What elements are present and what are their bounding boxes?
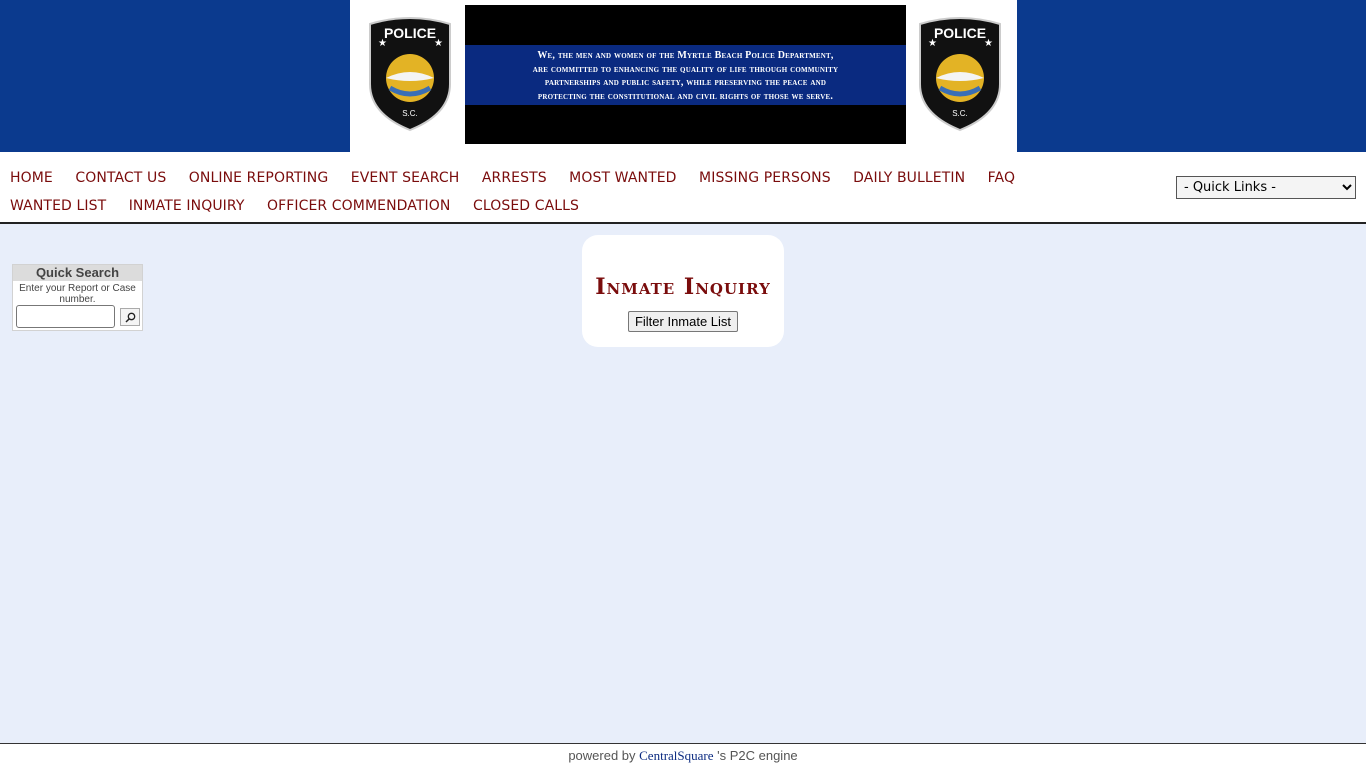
mission-line: We, the men and women of the Myrtle Beac… — [537, 50, 834, 61]
nav-officer-commendation[interactable]: OFFICER COMMENDATION — [267, 192, 451, 220]
nav-wanted-list[interactable]: WANTED LIST — [10, 192, 106, 220]
nav-online-reporting[interactable]: ONLINE REPORTING — [189, 164, 329, 192]
quick-search-title: Quick Search — [13, 265, 142, 281]
mission-line: are committed to enhancing the quality o… — [532, 63, 839, 75]
main-nav: HOME CONTACT US ONLINE REPORTING EVENT S… — [0, 152, 1366, 224]
police-badge-icon: POLICE S.C. ★ ★ — [366, 14, 454, 132]
centralsquare-link[interactable]: CentralSquare — [639, 748, 713, 763]
nav-contact-us[interactable]: CONTACT US — [75, 164, 166, 192]
magnifier-icon — [124, 312, 135, 323]
nav-most-wanted[interactable]: MOST WANTED — [569, 164, 676, 192]
badge-top-text: POLICE — [384, 25, 436, 41]
mission-text: We, the men and women of the Myrtle Beac… — [465, 49, 906, 103]
nav-daily-bulletin[interactable]: DAILY BULLETIN — [853, 164, 965, 192]
quick-search-button[interactable] — [120, 308, 140, 326]
nav-links: HOME CONTACT US ONLINE REPORTING EVENT S… — [10, 164, 1150, 220]
mission-statement-banner: We, the men and women of the Myrtle Beac… — [465, 5, 906, 144]
nav-arrests[interactable]: ARRESTS — [482, 164, 547, 192]
svg-text:★: ★ — [928, 38, 937, 49]
quick-search-panel: Quick Search Enter your Report or Case n… — [12, 264, 143, 331]
svg-text:★: ★ — [378, 38, 387, 49]
svg-text:★: ★ — [434, 38, 443, 49]
footer: powered by CentralSquare 's P2C engine — [0, 743, 1366, 768]
nav-missing-persons[interactable]: MISSING PERSONS — [699, 164, 831, 192]
mission-line: protecting the constitutional and civil … — [537, 90, 834, 102]
badge-state-text: S.C. — [952, 109, 968, 118]
nav-home[interactable]: HOME — [10, 164, 53, 192]
inmate-inquiry-card: Inmate Inquiry Filter Inmate List — [582, 235, 784, 347]
header-banner: POLICE S.C. ★ ★ We, the men and women of… — [0, 0, 1366, 152]
page-title: Inmate Inquiry — [595, 274, 771, 300]
police-badge-icon: POLICE S.C. ★ ★ — [916, 14, 1004, 132]
footer-suffix: 's P2C engine — [713, 748, 798, 763]
badge-top-text: POLICE — [934, 25, 986, 41]
footer-prefix: powered by — [568, 748, 640, 763]
svg-text:★: ★ — [984, 38, 993, 49]
case-number-input[interactable] — [16, 305, 115, 328]
nav-closed-calls[interactable]: CLOSED CALLS — [473, 192, 579, 220]
badge-state-text: S.C. — [402, 109, 418, 118]
mission-line: partnerships and public safety, while pr… — [544, 77, 827, 88]
nav-event-search[interactable]: EVENT SEARCH — [351, 164, 460, 192]
nav-faq[interactable]: FAQ — [988, 164, 1015, 192]
header-center: POLICE S.C. ★ ★ We, the men and women of… — [350, 0, 1017, 152]
quick-links-select[interactable]: - Quick Links - — [1176, 176, 1356, 199]
filter-inmate-list-button[interactable]: Filter Inmate List — [628, 311, 738, 332]
quick-search-hint: Enter your Report or Case number. — [19, 283, 136, 305]
nav-inmate-inquiry[interactable]: INMATE INQUIRY — [129, 192, 245, 220]
